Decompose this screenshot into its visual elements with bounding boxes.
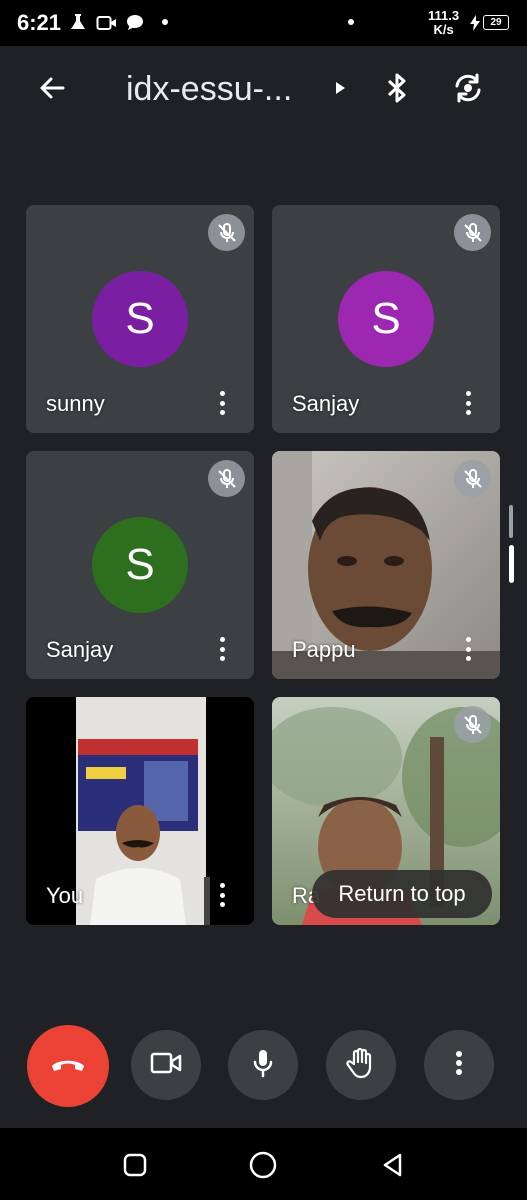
recents-icon[interactable] [118,1148,152,1182]
avatar: S [92,517,188,613]
participant-tile-self[interactable]: You [26,697,254,925]
back-nav-icon[interactable] [376,1148,410,1182]
participant-tile-sunny[interactable]: S sunny [26,205,254,433]
call-controls [0,1020,527,1112]
scroll-indicator-thumb[interactable] [509,545,514,583]
mic-off-icon [208,460,245,497]
mic-off-icon [454,214,491,251]
participant-tile-sanjay[interactable]: S Sanjay [272,205,500,433]
end-call-icon [50,1054,86,1079]
notification-dot [162,19,168,25]
chat-bubble-icon [125,13,145,38]
charging-icon [469,15,481,36]
more-vert-icon[interactable] [212,881,232,909]
raise-hand-button[interactable] [326,1030,396,1100]
back-arrow-icon[interactable] [28,64,76,112]
participant-name: sunny [46,391,105,416]
more-vert-icon[interactable] [458,389,478,417]
participant-name: Pappu [292,637,356,662]
avatar: S [92,271,188,367]
home-icon[interactable] [246,1148,280,1182]
network-speed: 111.3 K/s [428,8,460,37]
mic-off-icon [454,706,491,743]
bluetooth-icon[interactable] [373,64,421,112]
participant-tile-pappu[interactable]: Pappu [272,451,500,679]
flask-icon [68,12,88,37]
microphone-button[interactable] [228,1030,298,1100]
meeting-header: idx-essu-... [0,46,527,136]
battery-indicator: 29 [483,15,509,30]
system-nav-bar [0,1128,527,1200]
video-status-icon [96,14,118,37]
more-vert-icon[interactable] [212,635,232,663]
camera-button[interactable] [131,1030,201,1100]
switch-camera-icon[interactable] [444,64,492,112]
microphone-icon [251,1048,275,1083]
mic-off-icon [454,460,491,497]
participant-name: Sanjay [46,637,114,662]
meeting-title[interactable]: idx-essu-... [126,70,292,109]
notification-dot [348,19,354,25]
return-to-top-button[interactable]: Return to top [312,870,492,918]
mic-off-icon [208,214,245,251]
scroll-indicator-track [509,505,513,538]
expand-arrow-icon[interactable] [316,64,364,112]
more-vert-icon[interactable] [212,389,232,417]
status-bar: 6:21 111.3 K/s 29 [0,0,527,46]
participant-tile-sanjay-2[interactable]: S Sanjay [26,451,254,679]
more-vert-icon[interactable] [458,635,478,663]
participant-name: Sanjay [292,391,360,416]
avatar: S [338,271,434,367]
camera-icon [150,1051,182,1080]
end-call-button[interactable] [27,1025,109,1107]
status-time: 6:21 [17,10,62,35]
raise-hand-icon [346,1047,376,1084]
more-options-button[interactable] [424,1030,494,1100]
more-vert-icon [455,1050,463,1081]
participant-name: You [46,883,84,908]
